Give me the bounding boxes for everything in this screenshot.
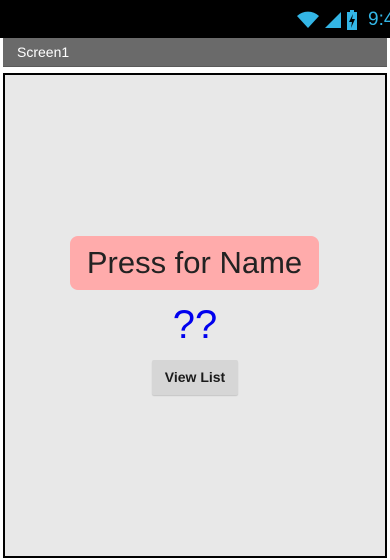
cellular-signal-icon bbox=[325, 12, 341, 28]
screen-body: Press for Name ?? View List bbox=[3, 73, 387, 558]
battery-charging-icon bbox=[347, 10, 357, 30]
status-icons: 9:4 bbox=[296, 8, 390, 32]
title-bar: Screen1 bbox=[3, 38, 387, 67]
screen-title: Screen1 bbox=[17, 44, 70, 60]
view-list-button[interactable]: View List bbox=[152, 360, 238, 395]
status-bar: 9:4 bbox=[0, 0, 390, 38]
status-time: 9:4 bbox=[368, 9, 390, 30]
phone-screen: 9:4 Screen1 Press for Name ?? View List bbox=[0, 0, 390, 560]
wifi-icon bbox=[297, 11, 319, 28]
press-for-name-button[interactable]: Press for Name bbox=[70, 236, 319, 290]
name-display-label: ?? bbox=[172, 303, 218, 347]
